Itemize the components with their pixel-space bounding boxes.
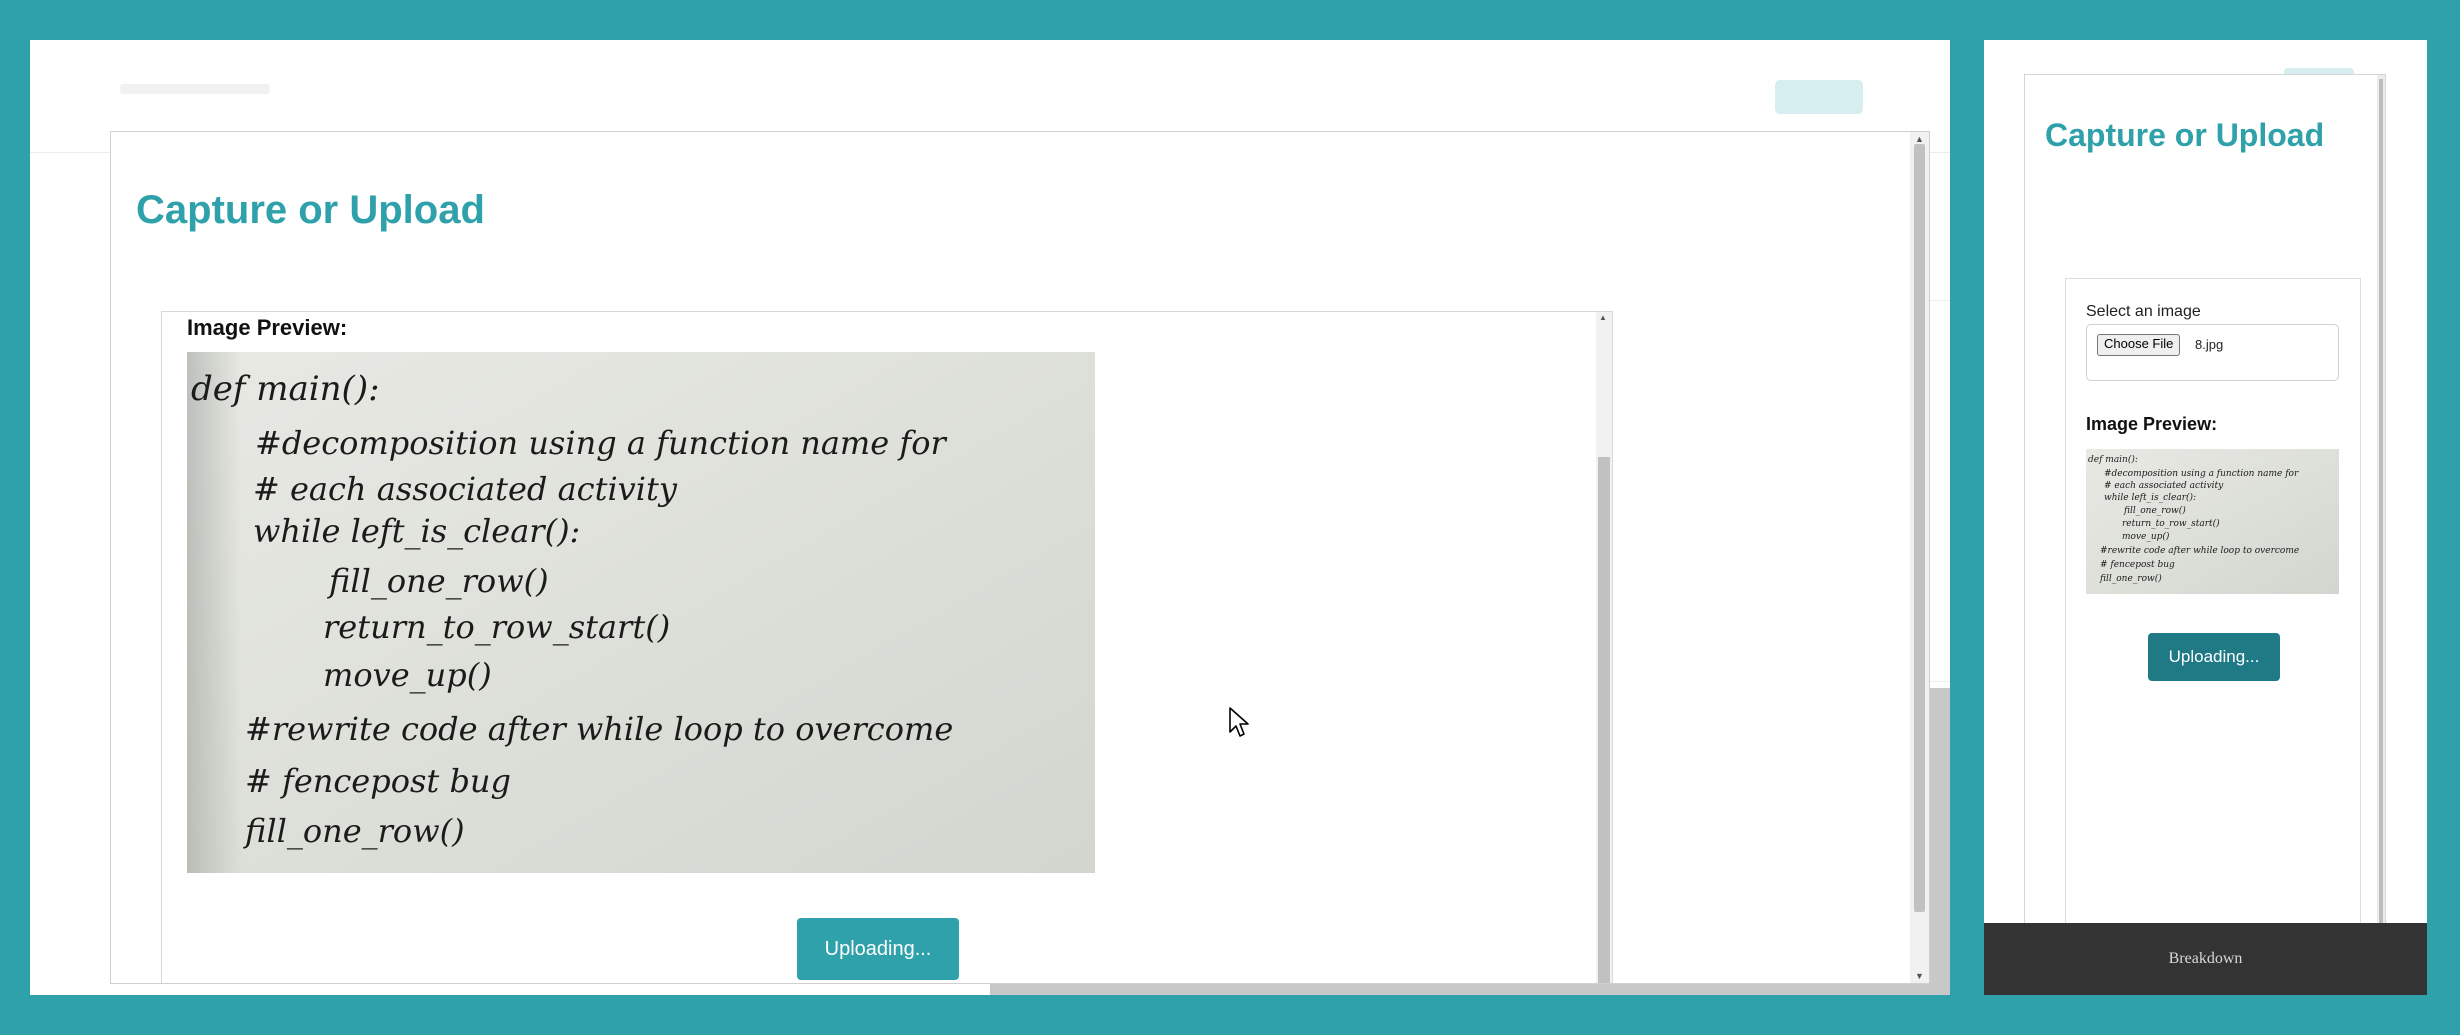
file-input[interactable]: Choose File 8.jpg bbox=[2086, 324, 2339, 381]
modal-scrollbar[interactable]: ▲ ▼ bbox=[1910, 132, 1929, 983]
handwriting-line: # each associated activity bbox=[253, 470, 678, 508]
modal-title: Capture or Upload bbox=[2045, 117, 2325, 153]
mobile-window: Capture or Upload Select an image Choose… bbox=[1984, 40, 2427, 995]
upload-modal: Capture or Upload Image Preview: def mai… bbox=[110, 131, 1930, 984]
handwriting-line: move_up() bbox=[2122, 531, 2170, 542]
scroll-down-icon[interactable]: ▼ bbox=[1915, 971, 1924, 981]
select-image-label: Select an image bbox=[2086, 303, 2201, 320]
footer-bar: Breakdown bbox=[1984, 923, 2427, 995]
upload-button[interactable]: Uploading... bbox=[2148, 633, 2280, 681]
image-preview: def main(): #decomposition using a funct… bbox=[187, 352, 1095, 873]
mouse-pointer-icon bbox=[1229, 707, 1249, 737]
upload-button[interactable]: Uploading... bbox=[797, 918, 959, 980]
handwriting-line: #rewrite code after while loop to overco… bbox=[245, 710, 953, 748]
upload-form-panel: Select an image Choose File 8.jpg Image … bbox=[2065, 278, 2361, 973]
handwriting-line: # fencepost bug bbox=[2100, 560, 2175, 570]
scrollbar-thumb[interactable] bbox=[1914, 144, 1925, 912]
desktop-window: Capture or Upload Image Preview: def mai… bbox=[30, 40, 1950, 995]
image-preview: def main(): #decomposition using a funct… bbox=[2086, 449, 2339, 594]
handwriting-line: fill_one_row() bbox=[327, 562, 549, 600]
handwriting-line: fill_one_row() bbox=[2123, 505, 2186, 516]
selected-file-name: 8.jpg bbox=[2195, 337, 2224, 352]
handwriting-line: return_to_row_start() bbox=[2122, 518, 2220, 529]
handwriting-line: fill_one_row() bbox=[243, 812, 465, 850]
footer-breakdown-link[interactable]: Breakdown bbox=[2169, 950, 2243, 967]
upload-form-panel: Image Preview: def main(): #decompositio… bbox=[161, 311, 1613, 983]
handwriting-line: move_up() bbox=[323, 656, 492, 694]
handwriting-line: #decomposition using a function name for bbox=[255, 424, 947, 462]
handwriting-line: fill_one_row() bbox=[2099, 573, 2162, 584]
scroll-up-icon[interactable]: ▲ bbox=[1599, 313, 1607, 322]
modal-scrollbar[interactable] bbox=[2377, 75, 2385, 945]
upload-modal: Capture or Upload Select an image Choose… bbox=[2024, 74, 2386, 974]
scroll-up-icon[interactable]: ▲ bbox=[1915, 134, 1924, 144]
choose-file-button[interactable]: Choose File bbox=[2097, 334, 2181, 356]
image-preview-label: Image Preview: bbox=[2086, 414, 2218, 434]
inner-scrollbar[interactable]: ▲ bbox=[1596, 312, 1612, 983]
scrollbar-thumb[interactable] bbox=[1598, 457, 1610, 983]
scrollbar-thumb[interactable] bbox=[2379, 79, 2383, 939]
modal-title: Capture or Upload bbox=[136, 188, 485, 232]
handwriting-line: while left_is_clear(): bbox=[2104, 492, 2196, 503]
handwriting-line: #rewrite code after while loop to overco… bbox=[2100, 546, 2299, 556]
handwriting-line: def main(): bbox=[191, 369, 380, 409]
handwriting-line: while left_is_clear(): bbox=[253, 512, 580, 550]
header-button[interactable] bbox=[1775, 80, 1863, 114]
handwriting-line: #decomposition using a function name for bbox=[2104, 469, 2299, 479]
handwriting-line: def main(): bbox=[2088, 454, 2138, 465]
handwriting-line: return_to_row_start() bbox=[323, 608, 670, 646]
image-preview-label: Image Preview: bbox=[187, 315, 348, 340]
handwriting-line: # each associated activity bbox=[2104, 481, 2224, 491]
site-logo bbox=[120, 84, 270, 94]
handwriting-line: # fencepost bug bbox=[245, 762, 511, 800]
